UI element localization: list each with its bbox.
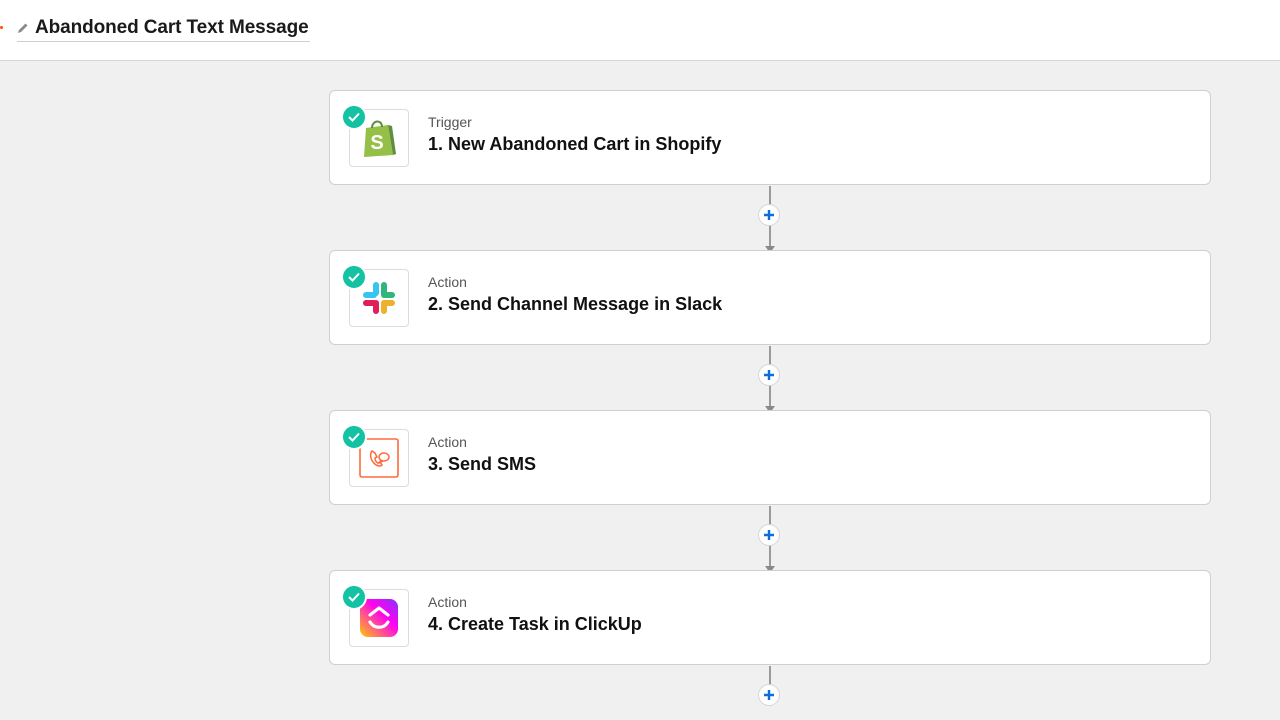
editor-header: Abandoned Cart Text Message [0, 0, 1280, 61]
step-type-label: Action [428, 594, 467, 610]
step-card-1[interactable]: S Trigger 1. New Abandoned Cart in Shopi… [329, 90, 1211, 185]
step-status-badge [341, 424, 367, 450]
step-status-badge [341, 264, 367, 290]
zap-title[interactable]: Abandoned Cart Text Message [35, 17, 309, 39]
workflow-canvas: S Trigger 1. New Abandoned Cart in Shopi… [0, 61, 1280, 720]
check-icon [348, 592, 360, 602]
clickup-icon [360, 599, 398, 637]
step-title: 2. Send Channel Message in Slack [428, 294, 723, 314]
check-icon [348, 432, 360, 442]
plus-icon [764, 370, 774, 380]
step-card-4[interactable]: Action 4. Create Task in ClickUp [329, 570, 1211, 665]
plus-icon [764, 210, 774, 220]
check-icon [348, 112, 360, 122]
step-type-label: Trigger [428, 114, 472, 130]
zap-title-field[interactable]: Abandoned Cart Text Message [17, 14, 310, 42]
plus-icon [764, 690, 774, 700]
pencil-icon[interactable] [17, 22, 29, 34]
step-type-label: Action [428, 274, 467, 290]
step-card-3[interactable]: Action 3. Send SMS [329, 410, 1211, 505]
plus-icon [764, 530, 774, 540]
add-step-button[interactable] [758, 364, 780, 386]
step-card-2[interactable]: Action 2. Send Channel Message in Slack [329, 250, 1211, 345]
step-type-label: Action [428, 434, 467, 450]
step-status-badge [341, 584, 367, 610]
step-title: 3. Send SMS [428, 454, 537, 474]
add-step-button[interactable] [758, 684, 780, 706]
add-step-button[interactable] [758, 204, 780, 226]
svg-text:S: S [370, 132, 383, 154]
step-title: 4. Create Task in ClickUp [428, 614, 642, 634]
slack-icon [363, 282, 395, 314]
shopify-icon: S [364, 120, 396, 157]
header-accent-mark [0, 26, 3, 29]
check-icon [348, 272, 360, 282]
step-status-badge [341, 104, 367, 130]
sms-icon [359, 438, 399, 478]
add-step-button[interactable] [758, 524, 780, 546]
step-title: 1. New Abandoned Cart in Shopify [428, 134, 722, 154]
